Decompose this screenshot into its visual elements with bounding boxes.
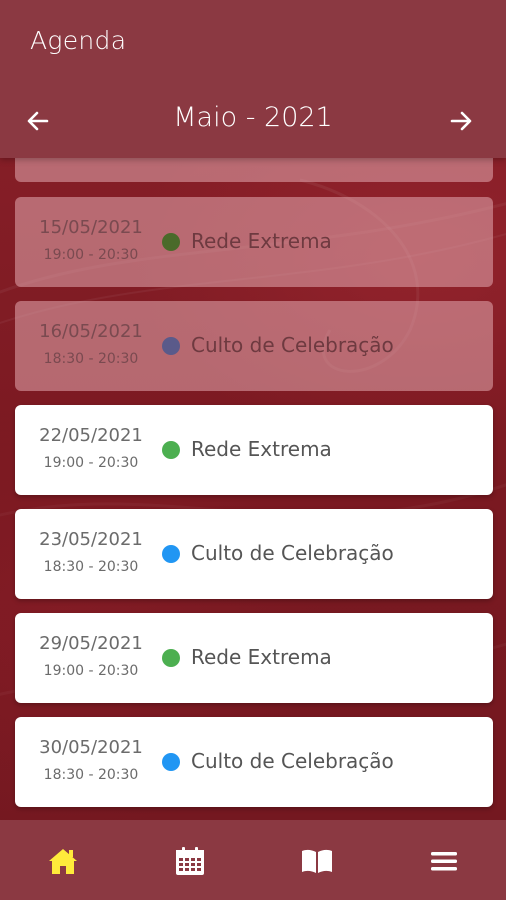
event-card[interactable]: 29/05/2021 19:00 - 20:30 Rede Extrema	[15, 613, 493, 703]
event-card[interactable]: 30/05/2021 18:30 - 20:30 Culto de Celebr…	[15, 717, 493, 807]
next-month-button[interactable]	[448, 108, 474, 134]
nav-book-button[interactable]	[300, 844, 334, 878]
event-date: 22/05/2021	[39, 425, 143, 446]
event-color-dot	[162, 441, 180, 459]
event-card[interactable]: 23/05/2021 18:30 - 20:30 Culto de Celebr…	[15, 509, 493, 599]
event-card[interactable]: 15/05/2021 19:00 - 20:30 Rede Extrema	[15, 197, 493, 287]
page-title: Agenda	[30, 26, 127, 55]
event-date: 23/05/2021	[39, 529, 143, 550]
arrow-right-icon	[450, 111, 472, 131]
book-icon	[302, 849, 332, 873]
event-date: 16/05/2021	[39, 321, 143, 342]
event-time: 19:00 - 20:30	[43, 455, 139, 471]
event-time: 19:00 - 20:30	[43, 663, 139, 679]
calendar-icon	[176, 847, 204, 875]
event-color-dot	[162, 337, 180, 355]
event-title: Rede Extrema	[191, 645, 332, 669]
home-icon	[49, 849, 77, 874]
month-label: Maio - 2021	[173, 102, 333, 133]
event-time: 19:00 - 20:30	[43, 247, 139, 263]
event-date: 29/05/2021	[39, 633, 143, 654]
event-title: Culto de Celebração	[191, 333, 394, 357]
event-color-dot	[162, 545, 180, 563]
nav-menu-button[interactable]	[427, 844, 461, 878]
app-header: Agenda Maio - 2021	[0, 0, 506, 158]
event-card[interactable]: 16/05/2021 18:30 - 20:30 Culto de Celebr…	[15, 301, 493, 391]
event-title: Rede Extrema	[191, 437, 332, 461]
event-time: 18:30 - 20:30	[43, 559, 139, 575]
month-navigator: Maio - 2021	[0, 96, 506, 146]
event-color-dot	[162, 753, 180, 771]
menu-icon	[431, 852, 457, 871]
event-time: 18:30 - 20:30	[43, 351, 139, 367]
event-date: 15/05/2021	[39, 217, 143, 238]
nav-calendar-button[interactable]	[173, 844, 207, 878]
event-title: Culto de Celebração	[191, 749, 394, 773]
event-card[interactable]: 22/05/2021 19:00 - 20:30 Rede Extrema	[15, 405, 493, 495]
event-time: 18:30 - 20:30	[43, 767, 139, 783]
event-date: 30/05/2021	[39, 737, 143, 758]
event-color-dot	[162, 233, 180, 251]
event-title: Culto de Celebração	[191, 541, 394, 565]
bottom-navigation	[0, 820, 506, 900]
event-title: Rede Extrema	[191, 229, 332, 253]
event-color-dot	[162, 649, 180, 667]
nav-home-button[interactable]	[46, 844, 80, 878]
